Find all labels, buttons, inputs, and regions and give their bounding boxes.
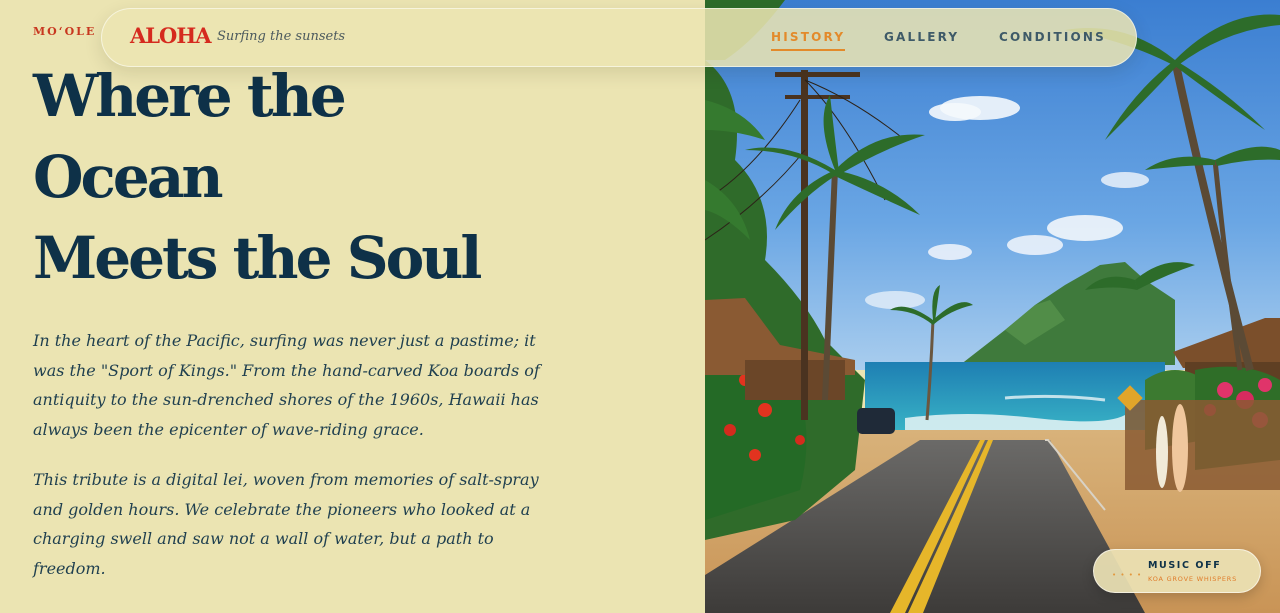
nav-link-conditions[interactable]: CONDITIONS <box>999 30 1106 44</box>
nav-link-history[interactable]: HISTORY <box>771 30 846 51</box>
brand-tagline: Surfing the sunsets <box>217 29 346 44</box>
brand-logo[interactable]: ALOHA <box>130 23 211 48</box>
hero-title-line: Meets the Soul <box>33 224 482 292</box>
nav-link-gallery[interactable]: GALLERY <box>884 30 959 44</box>
hero-title-line: Ocean <box>33 143 224 211</box>
intro-paragraph: In the heart of the Pacific, surfing was… <box>33 331 540 439</box>
tribute-paragraph: This tribute is a digital lei, woven fro… <box>33 470 539 578</box>
brand-kicker: MO‘OLE <box>33 25 97 38</box>
music-toggle-button[interactable]: • • • • MUSIC OFF KOA GROVE WHISPERS <box>1093 549 1261 593</box>
top-nav: ALOHA Surfing the sunsets HISTORY GALLER… <box>101 8 1137 67</box>
music-track-name: KOA GROVE WHISPERS <box>1148 575 1238 583</box>
music-status: MUSIC OFF <box>1148 560 1222 571</box>
music-equalizer-icon: • • • • <box>1112 571 1143 579</box>
hero-section: MO‘OLE Where the Ocean Meets the Soul In… <box>0 0 705 613</box>
tropical-road-image <box>705 0 1280 613</box>
hero-title: Where the Ocean Meets the Soul <box>33 56 673 299</box>
hero-title-line: Where the <box>33 62 347 130</box>
